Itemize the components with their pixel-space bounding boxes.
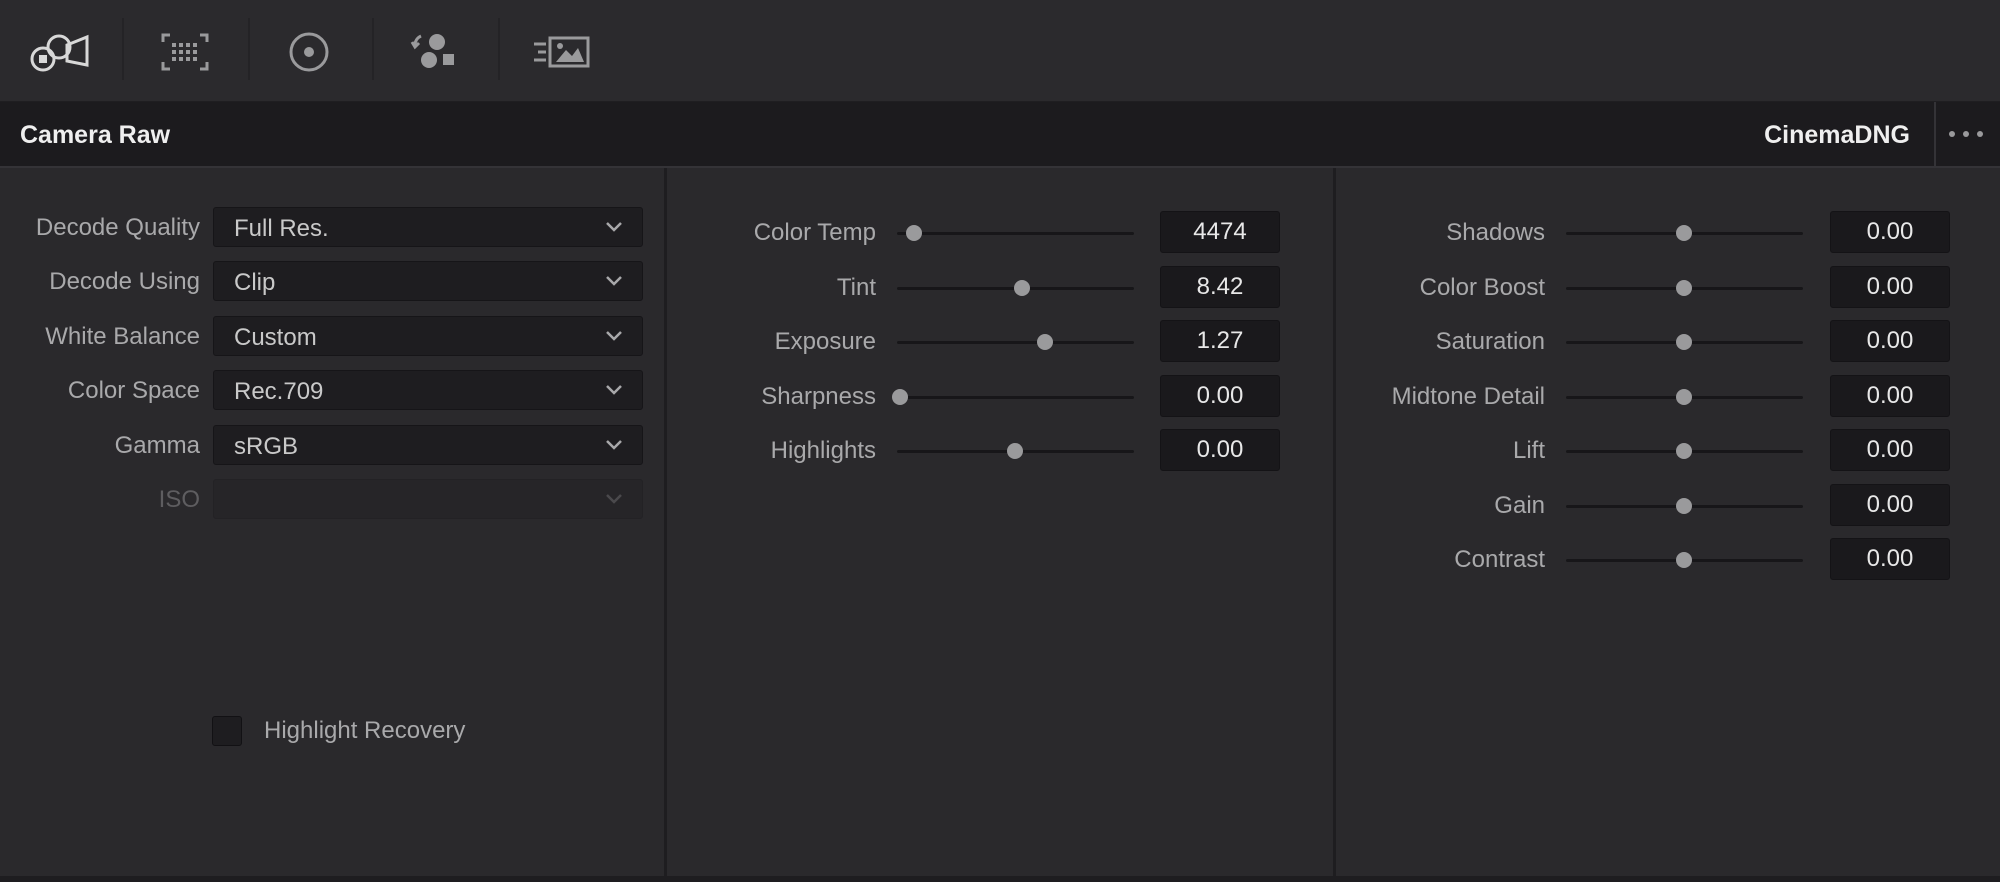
decode-field-dropdown: [213, 479, 643, 519]
bottom-border: [0, 876, 2000, 882]
toolbar-separator: [372, 18, 374, 80]
chevron-down-icon: [606, 494, 622, 504]
dropdown-value: Rec.709: [234, 378, 324, 405]
motion-effects-tool[interactable]: [530, 20, 594, 84]
slider-knob[interactable]: [1676, 225, 1692, 241]
chevron-down-icon: [606, 440, 622, 450]
slider-label: Contrast: [1454, 546, 1545, 573]
slider-knob[interactable]: [1676, 497, 1692, 514]
chevron-down-icon: [606, 331, 622, 341]
slider-label: Saturation: [1435, 328, 1545, 355]
slider-knob[interactable]: [1676, 334, 1692, 350]
rgb-mixer-icon: [410, 34, 454, 68]
slider-track[interactable]: [897, 395, 1134, 399]
slider-knob[interactable]: [1676, 279, 1692, 296]
slider-label: Tint: [836, 273, 876, 301]
dropdown-value: sRGB: [234, 433, 299, 460]
slider-value-field[interactable]: 8.42: [1160, 265, 1280, 308]
color-match-tool[interactable]: [153, 20, 217, 84]
slider-label: Lift: [1512, 437, 1545, 464]
slider-knob[interactable]: [1676, 552, 1692, 568]
dropdown-value: Full Res.: [234, 215, 329, 242]
basic-adjustments-panel: Color Temp 4474 Tint 8.42 Exposure 1.27 Sharpn…: [667, 168, 1336, 878]
slider-value-field[interactable]: 0.00: [1160, 374, 1280, 417]
slider-label: Exposure: [774, 328, 876, 355]
more-options-button[interactable]: [1944, 114, 1988, 154]
slider-label: Color Boost: [1419, 273, 1545, 301]
more-options-icon: [1949, 131, 1983, 137]
dropdown-value: Custom: [234, 324, 317, 351]
color-wheel-icon: [289, 32, 329, 72]
toolbar-separator: [498, 18, 500, 80]
slider-value-field[interactable]: 1.27: [1160, 320, 1280, 362]
slider-label: Shadows: [1446, 219, 1545, 246]
slider-knob[interactable]: [905, 225, 922, 241]
rgb-mixer-tool[interactable]: [402, 20, 466, 84]
advanced-adjustments-panel: Shadows 0.00 Color Boost 0.00 Saturation 0.00…: [1336, 168, 2000, 878]
decode-field-label: Gamma: [114, 432, 200, 459]
decode-field-label: White Balance: [45, 323, 200, 350]
slider-label: Gain: [1494, 491, 1545, 519]
color-wheels-tool[interactable]: [277, 20, 341, 84]
toolbar: [0, 0, 2000, 102]
dropdown-value: Clip: [234, 269, 276, 296]
toolbar-separator: [122, 18, 124, 80]
slider-label: Highlights: [770, 437, 876, 464]
chevron-down-icon: [606, 276, 622, 286]
decode-settings-panel: Decode Quality Full Res. Decode Using Clip W…: [0, 168, 667, 878]
slider-label: Sharpness: [761, 382, 876, 410]
decode-field-label: ISO: [158, 486, 200, 513]
panel-title: Camera Raw: [20, 121, 171, 149]
highlight-recovery-label: Highlight Recovery: [264, 717, 466, 744]
slider-value-field[interactable]: 0.00: [1830, 429, 1950, 471]
decode-field-label: Color Space: [67, 377, 200, 404]
slider-value-field[interactable]: 0.00: [1160, 429, 1280, 471]
slider-value-field[interactable]: 0.00: [1830, 374, 1950, 417]
slider-knob[interactable]: [1676, 388, 1692, 405]
slider-track[interactable]: [897, 232, 1134, 235]
decode-field-dropdown[interactable]: Custom: [213, 316, 643, 356]
camera-raw-tool[interactable]: [28, 20, 92, 84]
decode-field-dropdown[interactable]: Rec.709: [213, 370, 643, 410]
highlight-recovery-checkbox[interactable]: [212, 716, 242, 746]
decode-field-dropdown[interactable]: Clip: [213, 261, 643, 301]
chevron-down-icon: [606, 385, 622, 395]
header-separator: [1934, 102, 1936, 166]
slider-label: Color Temp: [753, 219, 876, 246]
toolbar-separator: [248, 18, 250, 80]
slider-value-field[interactable]: 0.00: [1830, 483, 1950, 526]
slider-knob[interactable]: [1676, 443, 1692, 459]
camera-raw-icon: [30, 34, 89, 72]
chevron-down-icon: [606, 222, 622, 232]
decode-field-label: Decode Using: [49, 268, 200, 295]
slider-knob[interactable]: [1007, 443, 1023, 459]
decode-field-label: Decode Quality: [35, 214, 200, 241]
raw-format-label: CinemaDNG: [1764, 121, 1910, 149]
motion-effects-icon: [534, 36, 590, 68]
slider-knob[interactable]: [1036, 334, 1053, 350]
slider-value-field[interactable]: 0.00: [1830, 265, 1950, 308]
slider-value-field[interactable]: 0.00: [1830, 320, 1950, 362]
slider-value-field[interactable]: 4474: [1160, 211, 1280, 253]
decode-field-dropdown[interactable]: sRGB: [213, 425, 643, 465]
slider-knob[interactable]: [1013, 279, 1030, 296]
decode-field-dropdown[interactable]: Full Res.: [213, 207, 643, 247]
slider-label: Midtone Detail: [1391, 382, 1545, 410]
slider-track[interactable]: [897, 341, 1134, 344]
slider-knob[interactable]: [892, 388, 908, 405]
slider-value-field[interactable]: 0.00: [1830, 538, 1950, 580]
panel-header: Camera Raw CinemaDNG: [0, 102, 2000, 168]
slider-value-field[interactable]: 0.00: [1830, 211, 1950, 253]
color-chart-icon: [161, 33, 209, 71]
